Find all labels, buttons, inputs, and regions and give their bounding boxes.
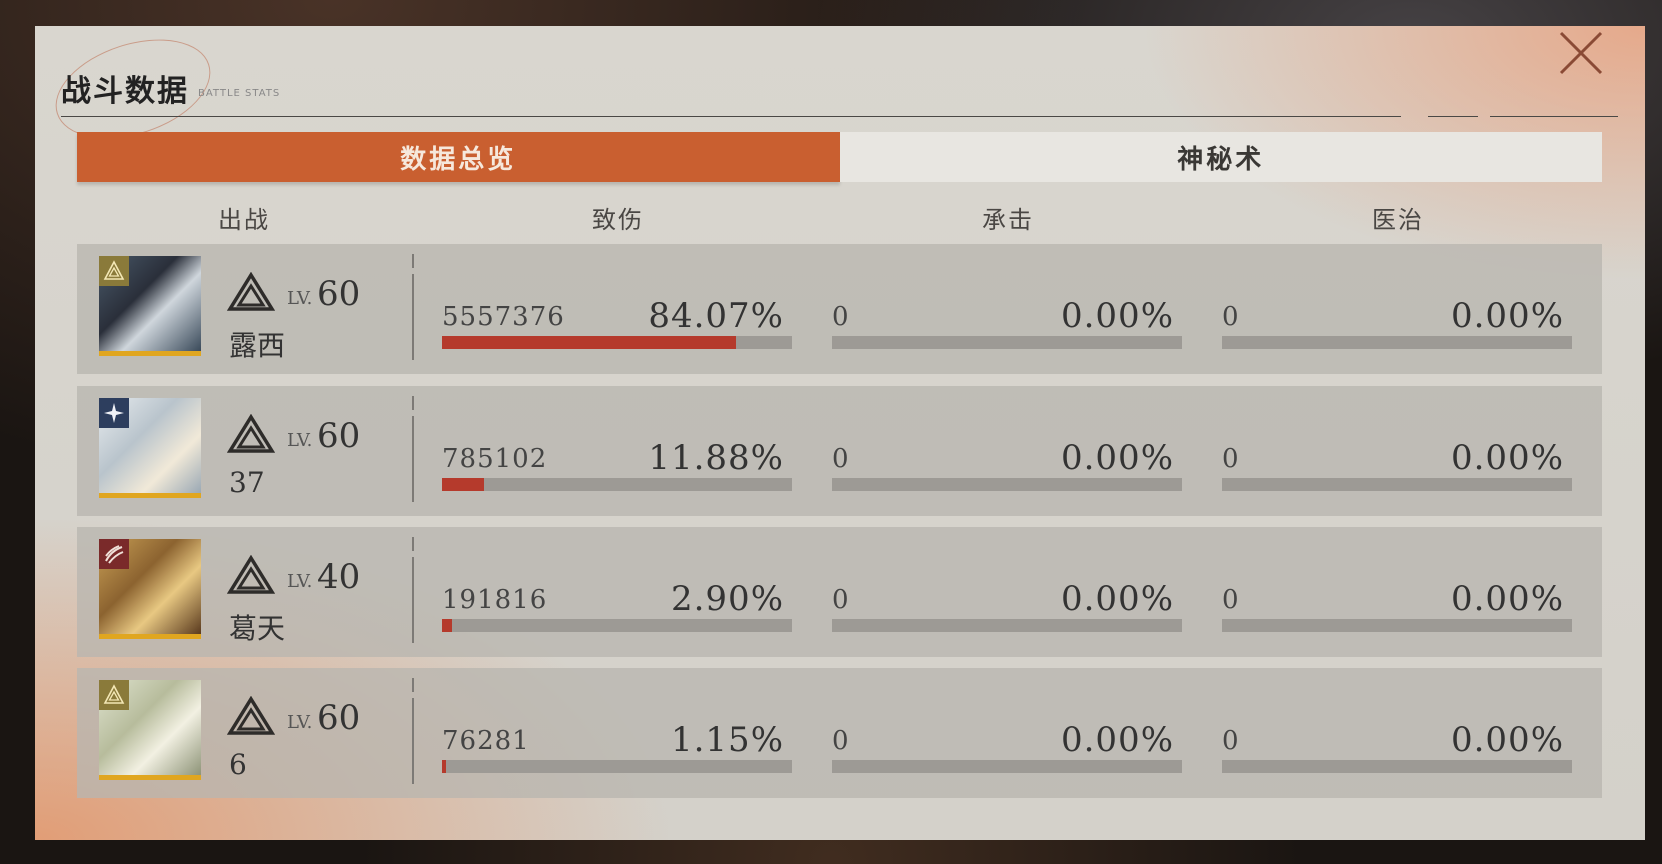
tab-arcanum[interactable]: 神秘术 [839,132,1602,182]
stat-heal-bar [1222,478,1572,491]
character-row: LV. 60 37 785102 11.88% 0 0.00% 0 0.00% [77,386,1602,516]
character-name: 葛天 [229,612,286,645]
stat-taken-bar [832,760,1182,773]
level-value: 40 [317,557,361,597]
panel-subtitle: BATTLE STATS [198,88,281,99]
character-row: LV. 40 葛天 191816 2.90% 0 0.00% 0 0.00% [77,527,1602,657]
level-value: 60 [317,274,361,314]
level-label: LV. [287,571,313,592]
row-divider [412,396,414,410]
stat-damage-bar [442,478,792,491]
stat-damage-value: 191816 [442,585,548,615]
claw-emblem-icon [99,539,129,569]
stat-heal-percent: 0.00% [1450,296,1564,336]
stat-heal-value: 0 [1222,302,1240,332]
stat-taken-percent: 0.00% [1060,720,1174,760]
stat-taken-percent: 0.00% [1060,296,1174,336]
stat-taken-value: 0 [832,585,850,615]
level-label: LV. [287,430,313,451]
column-header-heal: 医治 [1372,206,1424,234]
rank-triangle-icon [226,554,276,595]
stat-damage-bar [442,760,792,773]
stat-damage-bar-fill [442,478,484,491]
star-emblem-icon [99,398,129,428]
character-name: 露西 [229,329,286,362]
stat-damage-percent: 2.90% [670,579,784,619]
stat-taken-value: 0 [832,302,850,332]
rank-triangle-icon [226,413,276,454]
level-label: LV. [287,288,313,309]
pyramid-emblem-icon [99,256,129,286]
column-header-deploy: 出战 [218,206,270,234]
stat-damage-value: 76281 [442,726,530,756]
stat-heal-value: 0 [1222,585,1240,615]
title-underline-segment [1490,116,1618,117]
character-portrait[interactable] [99,680,201,780]
stat-damage-bar-fill [442,760,447,773]
title-underline-segment [1428,116,1478,117]
stat-damage-bar [442,336,792,349]
stat-heal-value: 0 [1222,444,1240,474]
stat-heal-bar [1222,760,1572,773]
stat-damage-value: 785102 [442,444,548,474]
rank-triangle-icon [226,271,276,312]
character-portrait[interactable] [99,398,201,498]
row-divider [412,678,414,692]
stat-taken-percent: 0.00% [1060,438,1174,478]
character-portrait[interactable] [99,256,201,356]
character-name: 6 [229,748,247,781]
row-divider [412,698,414,784]
stat-heal-percent: 0.00% [1450,579,1564,619]
close-icon[interactable] [1558,30,1604,76]
pyramid-emblem-icon [99,680,129,710]
stat-damage-percent: 11.88% [648,438,784,478]
stat-damage-bar-fill [442,336,737,349]
rank-triangle-icon [226,695,276,736]
stat-damage-percent: 1.15% [670,720,784,760]
stat-taken-value: 0 [832,726,850,756]
level-label: LV. [287,712,313,733]
row-divider [412,254,414,268]
panel-title: 战斗数据 [61,74,189,109]
stat-taken-percent: 0.00% [1060,579,1174,619]
column-header-taken: 承击 [982,206,1034,234]
character-name: 37 [229,466,265,499]
row-divider [412,557,414,643]
stat-damage-bar-fill [442,619,453,632]
stat-heal-value: 0 [1222,726,1240,756]
stat-taken-value: 0 [832,444,850,474]
level-value: 60 [317,416,361,456]
stat-damage-percent: 84.07% [648,296,784,336]
row-divider [412,416,414,502]
stat-heal-bar [1222,619,1572,632]
character-row: LV. 60 6 76281 1.15% 0 0.00% 0 0.00% [77,668,1602,798]
stat-heal-percent: 0.00% [1450,438,1564,478]
tab-bar: 数据总览 神秘术 [77,132,1602,182]
title-underline [61,116,1401,117]
stat-damage-value: 5557376 [442,302,565,332]
character-portrait[interactable] [99,539,201,639]
column-header-damage: 致伤 [592,206,644,234]
character-row: LV. 60 露西 5557376 84.07% 0 0.00% 0 0.00% [77,244,1602,374]
stat-heal-bar [1222,336,1572,349]
stat-taken-bar [832,478,1182,491]
level-value: 60 [317,698,361,738]
stat-damage-bar [442,619,792,632]
row-divider [412,274,414,360]
stat-taken-bar [832,336,1182,349]
stat-heal-percent: 0.00% [1450,720,1564,760]
stat-taken-bar [832,619,1182,632]
tab-data-overview[interactable]: 数据总览 [77,132,840,182]
row-divider [412,537,414,551]
